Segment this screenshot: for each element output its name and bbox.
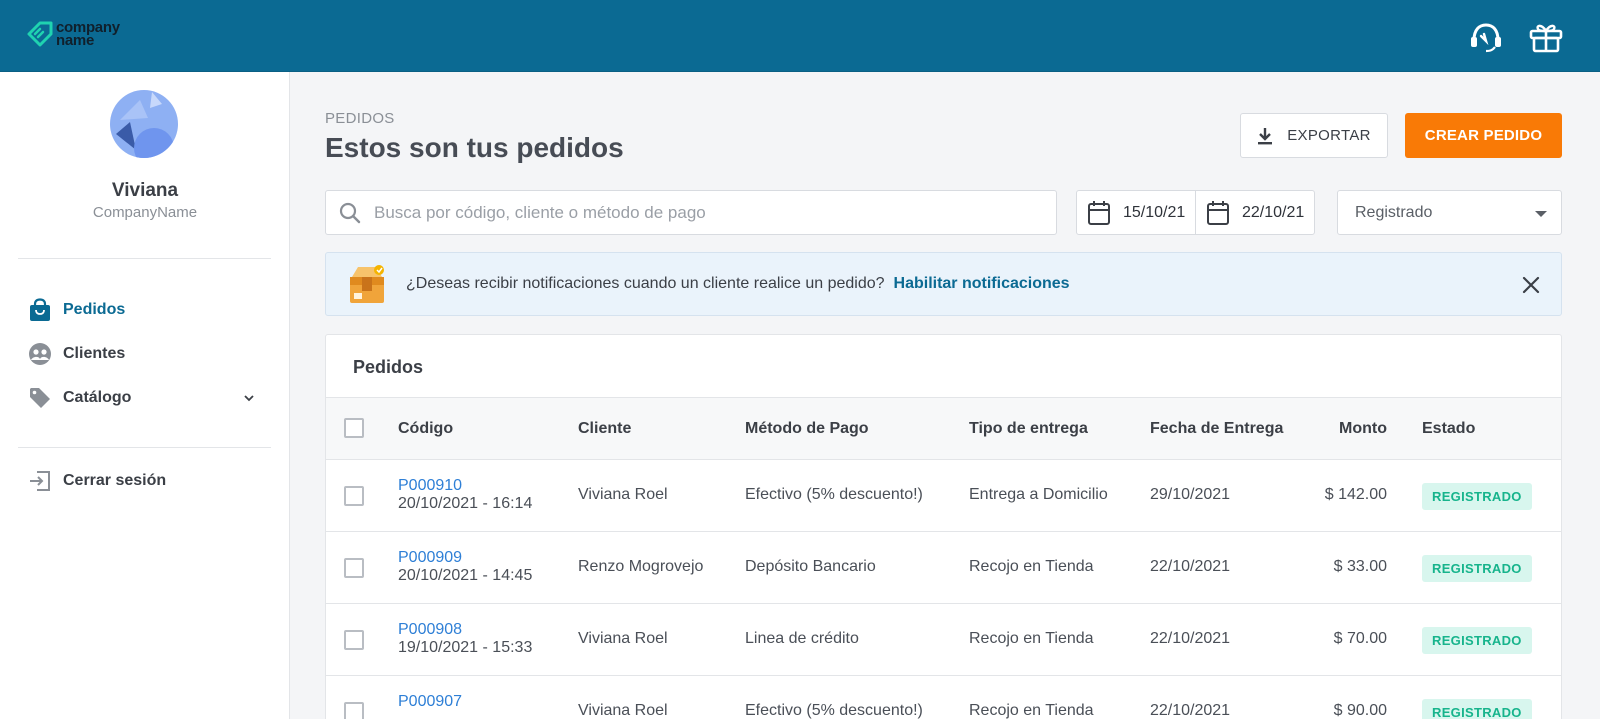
gift-icon[interactable] (1528, 20, 1564, 54)
close-icon[interactable] (1521, 275, 1541, 295)
column-header-monto[interactable]: Monto (1339, 420, 1387, 438)
notification-banner: ¿Deseas recibir notificaciones cuando un… (325, 252, 1562, 316)
table-row[interactable]: P000907 Viviana Roel Efectivo (5% descue… (326, 676, 1561, 719)
caret-down-icon (1535, 211, 1547, 217)
order-amount: $ 33.00 (1333, 558, 1387, 575)
sidebar-divider (18, 258, 271, 259)
download-icon (1258, 127, 1273, 144)
top-bar: company name (0, 0, 1600, 72)
calendar-icon (1207, 200, 1229, 225)
order-client: Viviana Roel (578, 702, 668, 719)
sidebar: Viviana CompanyName Pedidos Clientes Cat… (0, 72, 290, 719)
logout-icon (30, 471, 50, 491)
row-checkbox[interactable] (344, 630, 364, 650)
calendar-icon (1088, 200, 1110, 225)
column-header-tipo-entrega[interactable]: Tipo de entrega (969, 420, 1088, 438)
logo-text: company name (56, 20, 120, 48)
sidebar-item-label: Catálogo (63, 389, 132, 406)
order-datetime: 19/10/2021 - 15:33 (398, 639, 533, 656)
column-header-metodo-pago[interactable]: Método de Pago (745, 420, 869, 438)
order-date: 22/10/2021 (1150, 558, 1231, 575)
table-row[interactable]: P000908 19/10/2021 - 15:33 Viviana Roel … (326, 604, 1561, 676)
order-payment: Efectivo (5% descuento!) (745, 702, 923, 719)
search-icon (339, 202, 361, 223)
order-client: Viviana Roel (578, 486, 668, 503)
order-payment: Efectivo (5% descuento!) (745, 486, 923, 503)
tag-icon (30, 388, 50, 408)
enable-notifications-link[interactable]: Habilitar notificaciones (894, 275, 1070, 293)
order-date: 22/10/2021 (1150, 702, 1231, 719)
order-datetime: 20/10/2021 - 16:14 (398, 495, 533, 512)
users-icon (29, 343, 51, 365)
order-delivery: Entrega a Domicilio (969, 486, 1108, 503)
status-badge: REGISTRADO (1422, 483, 1532, 510)
column-header-cliente[interactable]: Cliente (578, 420, 631, 438)
notification-message: ¿Deseas recibir notificaciones cuando un… (406, 275, 885, 292)
sidebar-item-catalogo[interactable]: Catálogo (28, 382, 268, 414)
order-datetime: 20/10/2021 - 14:45 (398, 567, 533, 584)
sidebar-item-label: Pedidos (63, 301, 126, 318)
chevron-down-icon[interactable] (242, 391, 256, 405)
page-overline: PEDIDOS (325, 110, 395, 127)
sidebar-item-label: Clientes (63, 345, 126, 362)
logout-label: Cerrar sesión (63, 472, 167, 489)
status-badge: REGISTRADO (1422, 555, 1532, 582)
table-row[interactable]: P000909 20/10/2021 - 14:45 Renzo Mogrove… (326, 532, 1561, 604)
sidebar-item-pedidos[interactable]: Pedidos (28, 294, 268, 326)
order-date: 22/10/2021 (1150, 630, 1231, 647)
order-code-link[interactable]: P000907 (398, 693, 462, 711)
order-payment: Depósito Bancario (745, 558, 876, 575)
row-checkbox[interactable] (344, 702, 364, 719)
order-delivery: Recojo en Tienda (969, 630, 1094, 647)
column-header-codigo[interactable]: Código (398, 420, 453, 438)
order-code-link[interactable]: P000908 (398, 621, 462, 639)
order-code-link[interactable]: P000910 (398, 477, 462, 495)
order-date: 29/10/2021 (1150, 486, 1231, 503)
table-row[interactable]: P000910 20/10/2021 - 16:14 Viviana Roel … (326, 460, 1561, 532)
user-name: Viviana (111, 180, 179, 201)
order-delivery: Recojo en Tienda (969, 702, 1094, 719)
status-badge: REGISTRADO (1422, 627, 1532, 654)
support-icon[interactable] (1468, 20, 1504, 54)
avatar[interactable] (110, 90, 178, 158)
user-company: CompanyName (92, 204, 198, 221)
create-order-button[interactable]: CREAR PEDIDO (1405, 113, 1562, 158)
date-from-picker[interactable]: 15/10/21 (1076, 190, 1196, 235)
order-client: Viviana Roel (578, 630, 668, 647)
orders-table-card: Pedidos Código Cliente Método de Pago Ti… (325, 334, 1562, 719)
orders-card-title: Pedidos (353, 357, 424, 377)
order-code-link[interactable]: P000909 (398, 549, 462, 567)
date-to-value: 22/10/21 (1242, 203, 1305, 221)
sidebar-item-clientes[interactable]: Clientes (28, 338, 268, 370)
search-input[interactable] (374, 202, 1034, 223)
export-label: EXPORTAR (1287, 127, 1371, 144)
status-select[interactable]: Registrado (1337, 190, 1562, 235)
order-delivery: Recojo en Tienda (969, 558, 1094, 575)
order-payment: Linea de crédito (745, 630, 859, 647)
column-header-fecha-entrega[interactable]: Fecha de Entrega (1150, 420, 1283, 438)
export-button[interactable]: EXPORTAR (1240, 113, 1388, 158)
company-logo[interactable]: company name (26, 20, 120, 48)
date-to-picker[interactable]: 22/10/21 (1195, 190, 1315, 235)
row-checkbox[interactable] (344, 558, 364, 578)
page-title: Estos son tus pedidos (325, 132, 624, 163)
status-badge: REGISTRADO (1422, 699, 1532, 719)
sidebar-divider (18, 447, 271, 448)
search-box (325, 190, 1057, 235)
package-icon (350, 265, 384, 303)
table-header: Código Cliente Método de Pago Tipo de en… (326, 397, 1561, 460)
shopping-bag-icon (30, 298, 50, 321)
select-all-checkbox[interactable] (344, 418, 364, 438)
column-header-estado[interactable]: Estado (1422, 420, 1475, 438)
logo-icon (27, 21, 53, 47)
logout-button[interactable]: Cerrar sesión (28, 465, 268, 497)
order-amount: $ 142.00 (1324, 486, 1387, 503)
order-amount: $ 90.00 (1333, 702, 1387, 719)
order-client: Renzo Mogrovejo (578, 558, 704, 575)
status-select-value: Registrado (1355, 203, 1433, 221)
order-amount: $ 70.00 (1333, 630, 1387, 647)
row-checkbox[interactable] (344, 486, 364, 506)
date-from-value: 15/10/21 (1123, 203, 1186, 221)
